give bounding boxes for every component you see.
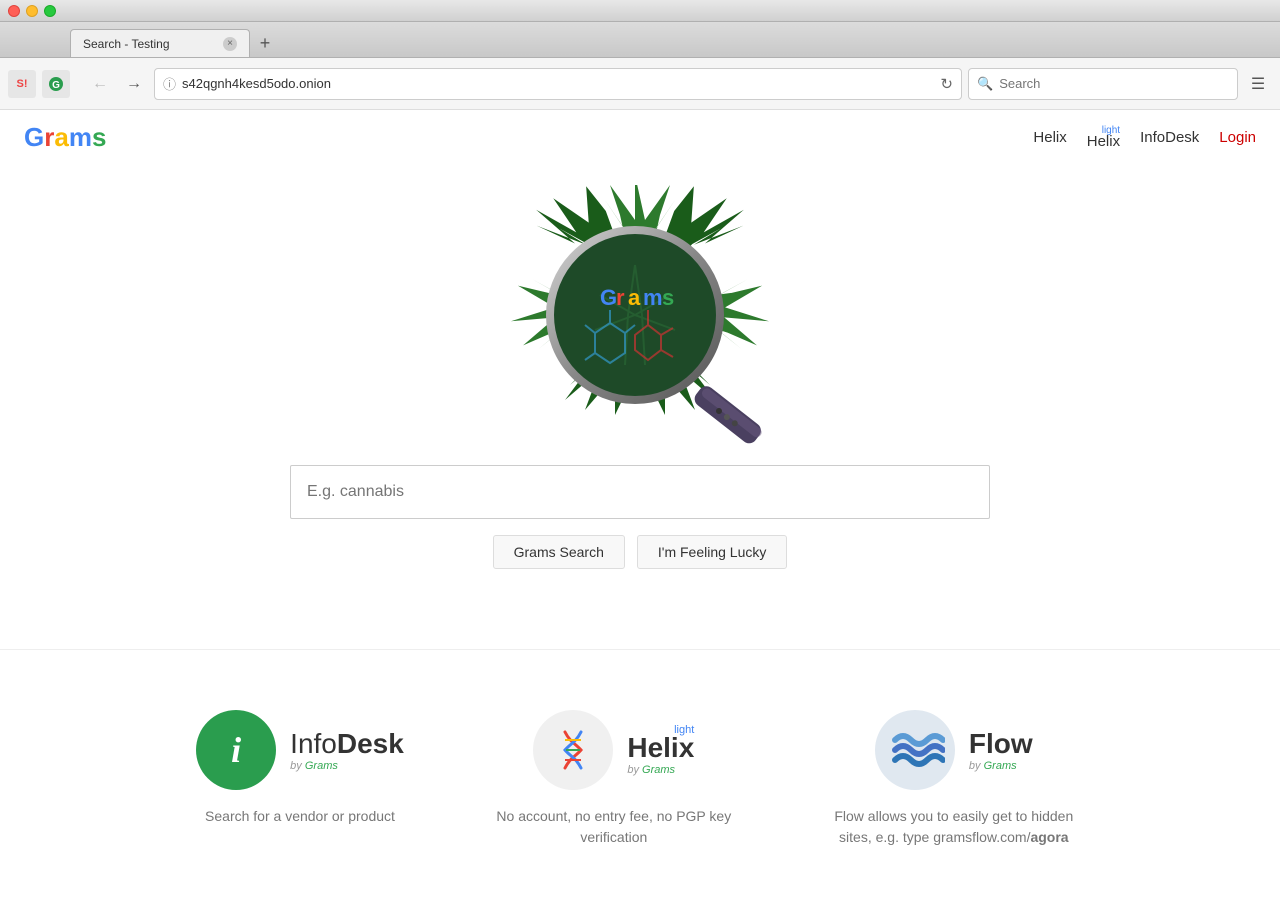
logo-G: G (24, 122, 44, 152)
search-buttons: Grams Search I'm Feeling Lucky (493, 535, 788, 569)
nav-helix-light[interactable]: Helix (1087, 134, 1120, 149)
logo-s: s (92, 122, 106, 152)
page-content: Grams Helix light Helix InfoDesk Login (0, 110, 1280, 910)
browser-toolbar: S! G ← → ⓘ ↻ 🔍 ☰ (0, 58, 1280, 110)
infodesk-description: Search for a vendor or product (205, 806, 395, 827)
titlebar (0, 0, 1280, 22)
infodesk-icon: i (196, 710, 276, 790)
flow-description: Flow allows you to easily get to hidden … (824, 806, 1084, 848)
extension-icon-1[interactable]: S! (8, 70, 36, 98)
flow-by: by Grams (969, 760, 1033, 772)
infodesk-name-block: InfoDesk by Grams (290, 728, 404, 772)
infodesk-name-part2: Desk (337, 728, 404, 759)
tab-bar: Search - Testing × + (0, 22, 1280, 58)
browser-search-icon: 🔍 (977, 76, 993, 92)
refresh-icon[interactable]: ↻ (940, 75, 953, 93)
services-section: i InfoDesk by Grams Search for a vendor … (0, 649, 1280, 888)
helix-description: No account, no entry fee, no PGP key ver… (484, 806, 744, 848)
new-tab-button[interactable]: + (254, 32, 276, 54)
minimize-button[interactable] (26, 5, 38, 17)
svg-text:s: s (662, 285, 674, 310)
extension-icon-2[interactable]: G (42, 70, 70, 98)
infodesk-name: InfoDesk (290, 728, 404, 760)
svg-text:m: m (643, 285, 663, 310)
svg-text:G: G (52, 80, 60, 91)
main-search-input[interactable] (291, 466, 989, 518)
svg-text:r: r (616, 285, 625, 310)
site-header: Grams Helix light Helix InfoDesk Login (0, 110, 1280, 165)
service-flow: Flow by Grams Flow allows you to easily … (824, 710, 1084, 848)
site-logo[interactable]: Grams (24, 122, 106, 153)
tab-title: Search - Testing (83, 37, 170, 51)
site-nav: Helix light Helix InfoDesk Login (1033, 126, 1256, 149)
address-bar[interactable]: ⓘ ↻ (154, 68, 962, 100)
active-tab[interactable]: Search - Testing × (70, 29, 250, 57)
close-button[interactable] (8, 5, 20, 17)
service-infodesk: i InfoDesk by Grams Search for a vendor … (196, 710, 404, 848)
search-form: Grams Search I'm Feeling Lucky (290, 465, 990, 569)
helix-name-block: light Helix by Grams (627, 724, 694, 776)
hero-section: G r a m s (0, 165, 1280, 609)
browser-search-bar[interactable]: 🔍 (968, 68, 1238, 100)
infodesk-name-part1: Info (290, 728, 337, 759)
helix-icon (533, 710, 613, 790)
helix-by: by Grams (627, 764, 694, 776)
grams-search-button[interactable]: Grams Search (493, 535, 625, 569)
logo-r: r (44, 122, 54, 152)
nav-infodesk[interactable]: InfoDesk (1140, 129, 1199, 146)
search-input-wrapper (290, 465, 990, 519)
helix-name-text: Helix (627, 732, 694, 764)
flow-name-block: Flow by Grams (969, 728, 1033, 772)
tab-close-button[interactable]: × (223, 37, 237, 51)
svg-text:a: a (628, 285, 641, 310)
logo-a: a (54, 122, 68, 152)
logo-graphic: G r a m s (480, 185, 800, 445)
infodesk-by: by Grams (290, 760, 404, 772)
nav-helix-light-container: light Helix (1087, 126, 1120, 149)
flow-icon (875, 710, 955, 790)
logo-m: m (69, 122, 92, 152)
flow-logo: Flow by Grams (875, 710, 1033, 790)
service-helix: light Helix by Grams No account, no entr… (484, 710, 744, 848)
feeling-lucky-button[interactable]: I'm Feeling Lucky (637, 535, 788, 569)
maximize-button[interactable] (44, 5, 56, 17)
helix-logo: light Helix by Grams (533, 710, 694, 790)
url-input[interactable] (182, 76, 934, 91)
nav-login[interactable]: Login (1219, 129, 1256, 146)
infodesk-logo: i InfoDesk by Grams (196, 710, 404, 790)
back-button[interactable]: ← (86, 70, 114, 98)
menu-button[interactable]: ☰ (1244, 70, 1272, 98)
flow-name-text: Flow (969, 728, 1033, 760)
traffic-lights (8, 5, 56, 17)
svg-text:G: G (600, 285, 617, 310)
browser-search-input[interactable] (999, 76, 1229, 91)
helix-name: light Helix (627, 724, 694, 764)
address-info-icon[interactable]: ⓘ (163, 74, 176, 93)
forward-button[interactable]: → (120, 70, 148, 98)
nav-helix[interactable]: Helix (1033, 129, 1066, 146)
